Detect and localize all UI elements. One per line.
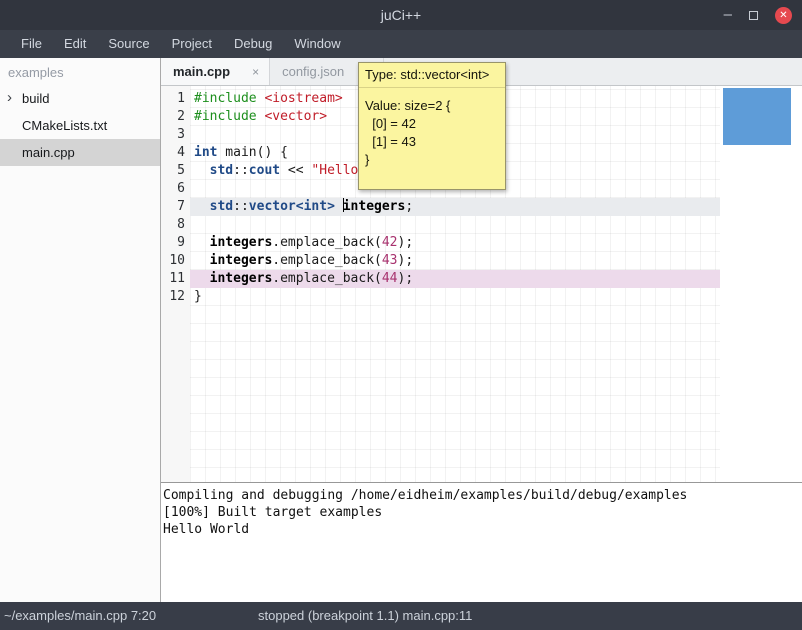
- code-token: <iostream>: [264, 91, 342, 106]
- menu-item-window[interactable]: Window: [283, 30, 351, 58]
- output-line: [100%] Built target examples: [163, 504, 802, 521]
- code-token: .emplace_back(: [272, 271, 382, 286]
- minimap-visible-region[interactable]: [723, 88, 791, 145]
- code-token: std: [210, 163, 233, 178]
- code-token: ;: [405, 199, 413, 214]
- close-icon[interactable]: ×: [252, 65, 259, 79]
- line-number[interactable]: 2: [161, 108, 190, 126]
- code-token: <<: [280, 163, 311, 178]
- chevron-right-icon: ›: [7, 84, 12, 111]
- output-panel: Compiling and debugging /home/eidheim/ex…: [161, 482, 802, 602]
- code-token: .emplace_back(: [272, 235, 382, 250]
- code-token: [335, 199, 343, 214]
- file-tree: › build CMakeLists.txt main.cpp: [0, 85, 160, 166]
- menu-item-source[interactable]: Source: [97, 30, 160, 58]
- line-number[interactable]: 11: [161, 270, 190, 288]
- code-token: vector<int>: [249, 199, 335, 214]
- tooltip-value-line: [1] = 43: [365, 133, 499, 151]
- code-token: );: [398, 271, 414, 286]
- line-number[interactable]: 8: [161, 216, 190, 234]
- code-line[interactable]: integers.emplace_back(43);: [190, 252, 720, 270]
- menu-item-project[interactable]: Project: [161, 30, 223, 58]
- project-name: examples: [0, 58, 160, 85]
- tree-item-label: CMakeLists.txt: [22, 118, 107, 133]
- code-token: [194, 235, 210, 250]
- code-token: integers: [343, 199, 406, 214]
- code-token: );: [398, 253, 414, 268]
- code-token: #include: [194, 91, 257, 106]
- line-number[interactable]: 6: [161, 180, 190, 198]
- tooltip-value-line: }: [365, 151, 499, 169]
- code-token: integers: [210, 253, 273, 268]
- code-line[interactable]: integers.emplace_back(44);: [190, 270, 720, 288]
- code-token: [194, 163, 210, 178]
- tree-item-label: main.cpp: [22, 145, 75, 160]
- window-controls: – ✕: [724, 0, 792, 30]
- code-token: [194, 253, 210, 268]
- tab-main-cpp[interactable]: main.cpp ×: [161, 58, 270, 85]
- code-token: integers: [210, 271, 273, 286]
- menu-item-file[interactable]: File: [10, 30, 53, 58]
- line-number[interactable]: 7: [161, 198, 190, 216]
- status-debug-state: stopped (breakpoint 1.1) main.cpp:11: [258, 602, 472, 630]
- code-token: integers: [210, 235, 273, 250]
- gutter: 123456789101112: [161, 86, 190, 482]
- code-token: [194, 199, 210, 214]
- window-title: juCi++: [0, 0, 802, 30]
- menu-item-debug[interactable]: Debug: [223, 30, 283, 58]
- code-token: }: [194, 289, 202, 304]
- code-token: ::: [233, 163, 249, 178]
- code-token: [194, 271, 210, 286]
- tree-item-cmakelists-txt[interactable]: CMakeLists.txt: [0, 112, 160, 139]
- line-number[interactable]: 12: [161, 288, 190, 306]
- code-token: <vector>: [264, 109, 327, 124]
- output-line: Compiling and debugging /home/eidheim/ex…: [163, 487, 802, 504]
- code-line[interactable]: integers.emplace_back(42);: [190, 234, 720, 252]
- tab-label: config.json: [282, 64, 344, 79]
- output-line: Hello World: [163, 521, 802, 538]
- sidebar: examples › build CMakeLists.txt main.cpp: [0, 58, 161, 602]
- code-token: int: [194, 145, 217, 160]
- close-button[interactable]: ✕: [775, 7, 792, 24]
- tree-item-label: build: [22, 91, 49, 106]
- line-number[interactable]: 10: [161, 252, 190, 270]
- line-number[interactable]: 3: [161, 126, 190, 144]
- code-token: main() {: [217, 145, 287, 160]
- line-number[interactable]: 1: [161, 90, 190, 108]
- line-number[interactable]: 5: [161, 162, 190, 180]
- tree-item-main-cpp[interactable]: main.cpp: [0, 139, 160, 166]
- tree-item-build[interactable]: › build: [0, 85, 160, 112]
- code-line[interactable]: std::vector<int> integers;: [190, 198, 720, 216]
- minimap[interactable]: [720, 86, 802, 482]
- code-token: 44: [382, 271, 398, 286]
- code-token: std: [210, 199, 233, 214]
- restore-icon[interactable]: [749, 11, 758, 20]
- titlebar: juCi++ – ✕: [0, 0, 802, 30]
- code-token: );: [398, 235, 414, 250]
- menubar: FileEditSourceProjectDebugWindow: [0, 30, 802, 58]
- code-token: ::: [233, 199, 249, 214]
- code-token: 42: [382, 235, 398, 250]
- tooltip-value-section: Value: size=2 { [0] = 42 [1] = 43}: [359, 88, 505, 189]
- menu-item-edit[interactable]: Edit: [53, 30, 97, 58]
- code-token: .emplace_back(: [272, 253, 382, 268]
- code-line[interactable]: [190, 216, 720, 234]
- statusbar: ~/examples/main.cpp 7:20 stopped (breakp…: [0, 602, 802, 630]
- tooltip-type-line: Type: std::vector<int>: [359, 63, 505, 88]
- code-token: #include: [194, 109, 257, 124]
- code-token: 43: [382, 253, 398, 268]
- line-number[interactable]: 9: [161, 234, 190, 252]
- line-number[interactable]: 4: [161, 144, 190, 162]
- code-line[interactable]: }: [190, 288, 720, 306]
- minimize-button[interactable]: –: [724, 0, 732, 30]
- debug-tooltip: Type: std::vector<int> Value: size=2 { […: [358, 62, 506, 190]
- tooltip-value-line: [0] = 42: [365, 115, 499, 133]
- tooltip-value-line: Value: size=2 {: [365, 97, 499, 115]
- code-token: cout: [249, 163, 280, 178]
- tab-label: main.cpp: [173, 64, 230, 79]
- status-file-position: ~/examples/main.cpp 7:20: [4, 602, 156, 630]
